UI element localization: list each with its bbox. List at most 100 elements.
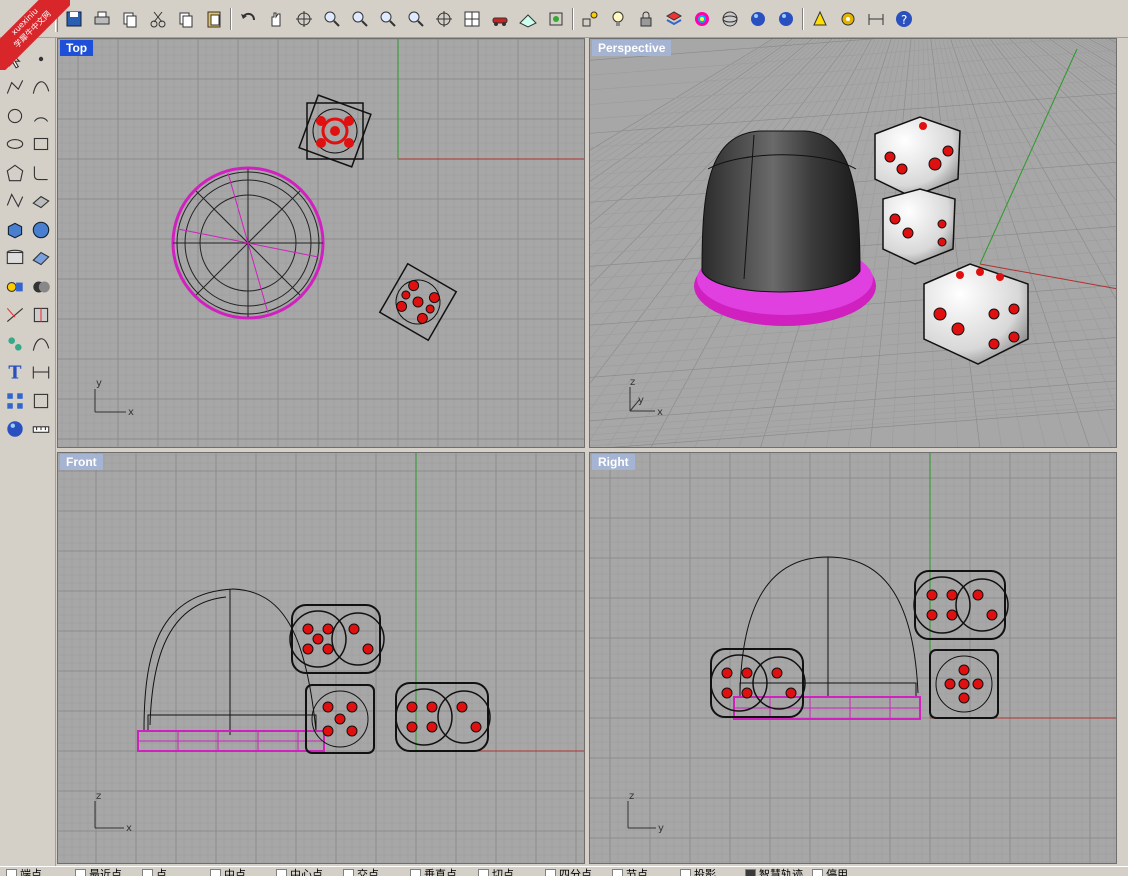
osnap-checkbox[interactable]: 点 xyxy=(142,869,167,876)
point-button[interactable] xyxy=(28,46,53,71)
analyze-button[interactable] xyxy=(808,7,832,31)
viewport-front[interactable]: z x Front xyxy=(57,452,585,864)
render-mesh-button[interactable] xyxy=(2,417,27,442)
checkbox-box[interactable] xyxy=(210,869,221,876)
color-wheel-button[interactable] xyxy=(690,7,714,31)
checkbox-box[interactable] xyxy=(410,869,421,876)
viewport-top[interactable]: y x Top xyxy=(57,38,585,448)
arc-button[interactable] xyxy=(28,103,53,128)
measure-button[interactable] xyxy=(28,417,53,442)
copy-button[interactable] xyxy=(174,7,198,31)
dice-cup-shaded[interactable] xyxy=(694,130,876,326)
osnap-checkbox[interactable]: 交点 xyxy=(343,869,379,876)
checkbox-box[interactable] xyxy=(680,869,691,876)
save-button[interactable] xyxy=(62,7,86,31)
dice-cup-top[interactable] xyxy=(171,166,325,320)
help-button[interactable]: ? xyxy=(892,7,916,31)
pan-hand-button[interactable] xyxy=(264,7,288,31)
curve-from-object-button[interactable] xyxy=(28,331,53,356)
checkbox-box[interactable] xyxy=(142,869,153,876)
box-solid-button[interactable] xyxy=(2,217,27,242)
light-bulb-button[interactable] xyxy=(606,7,630,31)
osnap-checkbox[interactable]: 切点 xyxy=(478,869,514,876)
freeform-button[interactable] xyxy=(2,189,27,214)
group-button[interactable] xyxy=(2,331,27,356)
split-button[interactable] xyxy=(28,303,53,328)
cylinder-button[interactable] xyxy=(2,246,27,271)
render-sphere-button[interactable] xyxy=(746,7,770,31)
viewport-perspective[interactable]: z y x Perspective xyxy=(589,38,1117,448)
zoom-selected-button[interactable] xyxy=(404,7,428,31)
die-top-2[interactable] xyxy=(378,262,458,342)
shaded-sphere-button[interactable] xyxy=(718,7,742,31)
cut-button[interactable] xyxy=(146,7,170,31)
checkbox-box[interactable] xyxy=(745,869,756,876)
boolean-button[interactable] xyxy=(28,274,53,299)
zoom-window-button[interactable] xyxy=(348,7,372,31)
sphere-solid-button[interactable] xyxy=(28,217,53,242)
checkbox-box[interactable] xyxy=(343,869,354,876)
die-right-3[interactable] xyxy=(929,649,999,719)
trim-button[interactable] xyxy=(2,303,27,328)
osnap-checkbox[interactable]: 四分点 xyxy=(545,869,592,876)
rotate-view-button[interactable] xyxy=(292,7,316,31)
die-perspective-2[interactable] xyxy=(882,188,956,265)
array-button[interactable] xyxy=(2,388,27,413)
options-gear-button[interactable] xyxy=(836,7,860,31)
checkbox-box[interactable] xyxy=(478,869,489,876)
osnap-checkbox[interactable]: 节点 xyxy=(612,869,648,876)
checkbox-box[interactable] xyxy=(276,869,287,876)
paste-button[interactable] xyxy=(202,7,226,31)
die-perspective-3[interactable] xyxy=(923,263,1029,365)
undo-button[interactable] xyxy=(236,7,260,31)
plane-surface-button[interactable] xyxy=(28,246,53,271)
dimension-tool-button[interactable] xyxy=(28,360,53,385)
checkbox-box[interactable] xyxy=(6,869,17,876)
die-perspective-1[interactable] xyxy=(874,116,961,198)
osnap-checkbox[interactable]: 端点 xyxy=(6,869,42,876)
fillet-button[interactable] xyxy=(28,160,53,185)
viewport-title-front[interactable]: Front xyxy=(60,454,103,470)
ellipse-button[interactable] xyxy=(2,132,27,157)
car-display-button[interactable] xyxy=(488,7,512,31)
four-viewports-button[interactable] xyxy=(460,7,484,31)
surface-button[interactable] xyxy=(28,189,53,214)
osnap-checkbox[interactable]: 垂直点 xyxy=(410,869,457,876)
rectangle-button[interactable] xyxy=(28,132,53,157)
grid-plane-button[interactable] xyxy=(516,7,540,31)
viewport-title-right[interactable]: Right xyxy=(592,454,635,470)
render-preview-button[interactable] xyxy=(774,7,798,31)
analysis-tool-button[interactable] xyxy=(28,388,53,413)
checkbox-box[interactable] xyxy=(75,869,86,876)
dimension-button[interactable] xyxy=(864,7,888,31)
osnap-checkbox[interactable]: 中心点 xyxy=(276,869,323,876)
rotate-camera-button[interactable] xyxy=(432,7,456,31)
select-button[interactable] xyxy=(2,46,27,71)
viewport-title-perspective[interactable]: Perspective xyxy=(592,40,672,56)
toolbar-grip[interactable] xyxy=(55,6,58,32)
curve-button[interactable] xyxy=(28,75,53,100)
zoom-button[interactable] xyxy=(320,7,344,31)
viewport-title-top[interactable]: Top xyxy=(60,40,94,56)
cplane-button[interactable] xyxy=(544,7,568,31)
viewport-right[interactable]: z y Right xyxy=(589,452,1117,864)
copy-to-clipboard-button[interactable] xyxy=(118,7,142,31)
checkbox-box[interactable] xyxy=(612,869,623,876)
lock-button[interactable] xyxy=(634,7,658,31)
transform-button[interactable] xyxy=(2,274,27,299)
polygon-button[interactable] xyxy=(2,160,27,185)
osnap-checkbox[interactable]: 最近点 xyxy=(75,869,122,876)
osnap-checkbox[interactable]: 投影 xyxy=(680,869,716,876)
osnap-checkbox[interactable]: 停用 xyxy=(812,869,848,876)
osnap-checkbox[interactable]: 中点 xyxy=(210,869,246,876)
osnap-button[interactable] xyxy=(578,7,602,31)
osnap-checkbox[interactable]: 智慧轨迹 xyxy=(745,869,803,876)
die-front-3[interactable] xyxy=(395,682,491,752)
text-button[interactable]: T xyxy=(2,360,27,385)
circle-button[interactable] xyxy=(2,103,27,128)
layer-button[interactable] xyxy=(662,7,686,31)
zoom-extents-button[interactable] xyxy=(376,7,400,31)
polyline-button[interactable] xyxy=(2,75,27,100)
checkbox-box[interactable] xyxy=(545,869,556,876)
print-button[interactable] xyxy=(90,7,114,31)
